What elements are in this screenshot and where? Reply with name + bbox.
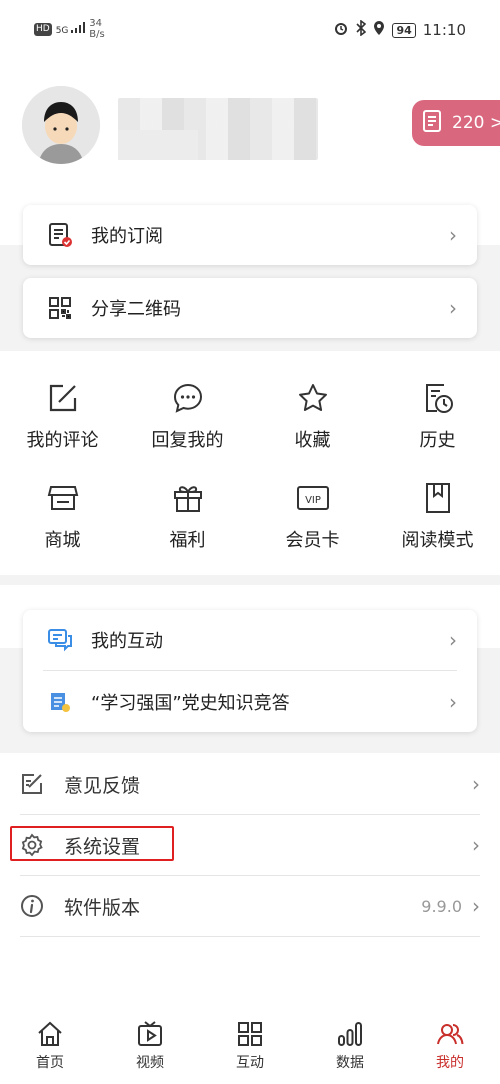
chevron-right-icon: › [449,223,457,247]
tab-video[interactable]: 视频 [100,1018,200,1072]
grid-label: 会员卡 [285,530,340,551]
edit-icon [0,378,125,418]
grid-label: 历史 [419,430,456,451]
divider [43,670,457,671]
video-icon [100,1018,200,1050]
tab-interaction[interactable]: 互动 [200,1018,300,1072]
grid-item-replies[interactable]: 回复我的 [125,378,250,452]
points-value: 220 > [452,113,500,133]
share-qr-card[interactable]: 分享二维码 › [23,278,477,338]
grid-label: 阅读模式 [401,530,474,551]
message-icon [47,627,73,653]
profile-header: 220 > [0,70,500,200]
share-qr-label: 分享二维码 [91,299,181,320]
software-version-label: 软件版本 [64,896,141,919]
grid-item-history[interactable]: 历史 [375,378,500,452]
grid-label: 回复我的 [151,430,224,451]
signal-icon: 5G [56,22,86,36]
interaction-card: 我的互动 › “学习强国”党史知识竞答 › [23,610,477,732]
my-interaction-row[interactable]: 我的互动 › [23,610,477,670]
star-icon [250,378,375,418]
chevron-right-icon: › [449,690,457,714]
tab-label: 互动 [236,1055,264,1071]
grid-item-welfare[interactable]: 福利 [125,478,250,552]
home-icon [0,1018,100,1050]
tab-mine[interactable]: 我的 [400,1018,500,1072]
version-value: 9.9.0 [421,896,462,916]
hd-badge: HD [34,22,52,36]
grid-icon [200,1018,300,1050]
subscription-icon [47,222,73,248]
feedback-label: 意见反馈 [64,774,141,797]
user-info-blurred [118,130,198,160]
subscription-card[interactable]: 我的订阅 › [23,205,477,265]
grid-item-comments[interactable]: 我的评论 [0,378,125,452]
grid-label: 福利 [169,530,206,551]
tab-label: 数据 [336,1055,364,1071]
feedback-row[interactable]: 意见反馈 › [0,754,500,814]
quiz-label: “学习强国”党史知识竞答 [91,693,290,714]
bookmark-icon [375,478,500,518]
info-icon [20,894,44,918]
subscription-label: 我的订阅 [91,226,163,247]
quiz-icon [47,689,73,715]
grid-label: 我的评论 [26,430,99,451]
chevron-right-icon: › [472,894,480,918]
bluetooth-icon [356,19,367,40]
svg-text:VIP: VIP [305,495,321,506]
shop-icon [0,478,125,518]
tab-label: 首页 [36,1055,64,1071]
grid-item-reading-mode[interactable]: 阅读模式 [375,478,500,552]
chevron-right-icon: › [472,772,480,796]
quiz-row[interactable]: “学习强国”党史知识竞答 › [23,672,477,732]
network-speed: 34 B/s [89,18,105,40]
chevron-right-icon: › [472,833,480,857]
bottom-tab-bar: 首页 视频 互动 数据 我的 [0,1012,500,1084]
bar-chart-icon [300,1018,400,1050]
grid-item-vip-card[interactable]: VIP 会员卡 [250,478,375,552]
vip-card-icon: VIP [250,478,375,518]
clock: 11:10 [422,21,466,39]
status-bar: HD 5G 34 B/s 94 11:10 [0,0,500,56]
grid-item-shop[interactable]: 商城 [0,478,125,552]
tab-label: 我的 [436,1055,464,1071]
tab-label: 视频 [136,1055,164,1071]
software-version-row[interactable]: 软件版本 9.9.0 › [0,876,500,936]
battery-icon: 94 [392,22,416,38]
gift-icon [125,478,250,518]
highlight-box [10,826,174,861]
alarm-icon [333,20,349,40]
section-divider [0,575,500,585]
divider [20,936,480,937]
grid-label: 商城 [44,530,81,551]
feedback-icon [20,772,44,796]
points-button[interactable]: 220 > [412,100,500,146]
chevron-right-icon: › [449,628,457,652]
tab-data[interactable]: 数据 [300,1018,400,1072]
chevron-right-icon: › [449,296,457,320]
history-icon [375,378,500,418]
grid-label: 收藏 [294,430,331,451]
my-interaction-label: 我的互动 [91,631,163,652]
qr-code-icon [47,295,73,321]
chat-bubble-icon [125,378,250,418]
grid-item-favorites[interactable]: 收藏 [250,378,375,452]
points-icon [422,109,444,138]
avatar[interactable] [22,86,100,164]
profile-icon [400,1018,500,1050]
tab-home[interactable]: 首页 [0,1018,100,1072]
location-icon [373,20,385,40]
